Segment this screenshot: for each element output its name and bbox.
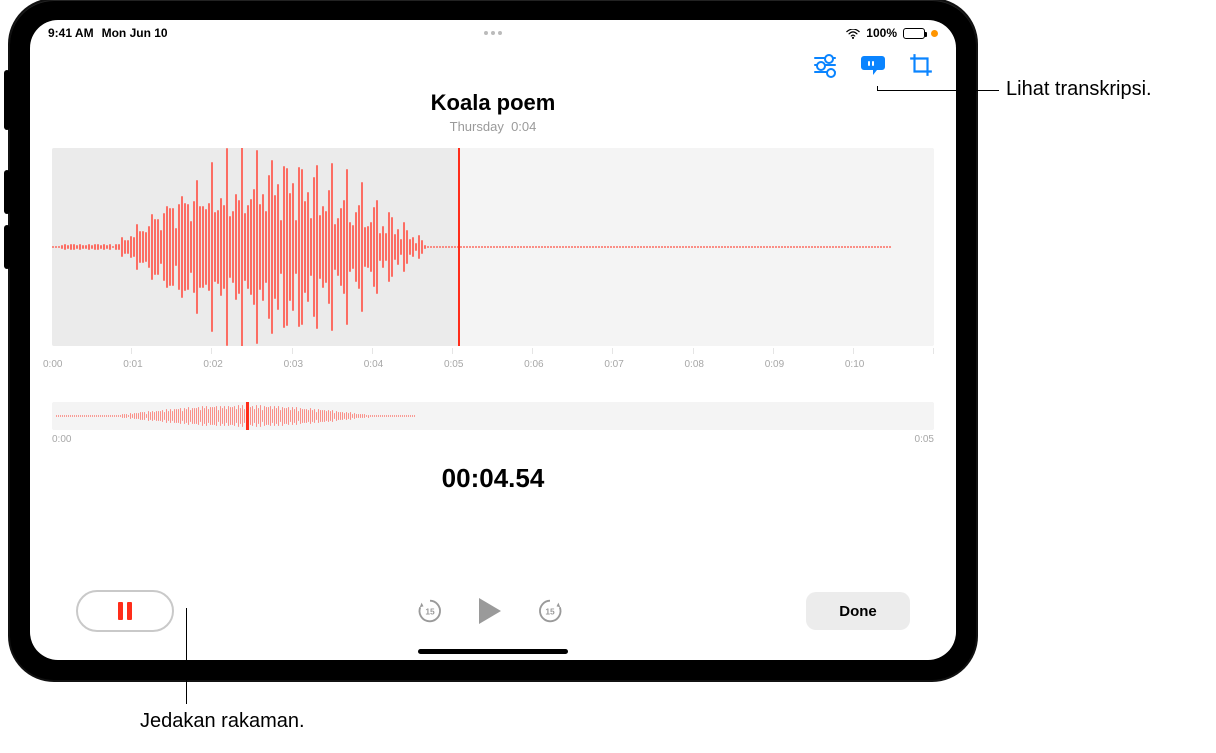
skip-forward-icon: 15 [536, 597, 564, 625]
overview-end: 0:05 [915, 434, 934, 445]
toolbar [812, 54, 934, 76]
recording-subtitle: Thursday 0:04 [30, 119, 956, 134]
skip-forward-15-button[interactable]: 15 [535, 596, 565, 626]
status-time: 9:41 AM [48, 26, 94, 40]
recording-title[interactable]: Koala poem [30, 90, 956, 116]
mini-waveform [56, 402, 934, 430]
callout-pause: Jedakan rakaman. [140, 710, 305, 733]
transcript-button[interactable] [860, 54, 886, 76]
overview-start: 0:00 [52, 434, 71, 445]
playback-settings-button[interactable] [812, 54, 838, 76]
pause-icon [127, 602, 132, 620]
overview-playhead[interactable] [246, 402, 249, 430]
power-button[interactable] [4, 70, 10, 130]
svg-text:15: 15 [425, 607, 435, 617]
callout-transcript: Lihat transkripsi. [1006, 78, 1152, 101]
waveform [52, 148, 934, 346]
elapsed-time: 00:04.54 [30, 463, 956, 494]
multitask-dots[interactable] [484, 31, 502, 35]
skip-back-15-button[interactable]: 15 [415, 596, 445, 626]
battery-percent: 100% [866, 26, 897, 40]
svg-text:15: 15 [545, 607, 555, 617]
pause-record-button[interactable] [76, 590, 174, 632]
overview-waveform[interactable]: 0:00 0:05 [52, 402, 934, 445]
status-bar: 9:41 AM Mon Jun 10 100% [30, 20, 956, 42]
sliders-icon [814, 57, 836, 73]
waveform-editor[interactable]: 0:000:010:020:030:040:050:060:070:080:09… [52, 148, 934, 370]
callout-leader [186, 608, 187, 704]
home-indicator[interactable] [418, 649, 568, 654]
ipad-frame: 9:41 AM Mon Jun 10 100% [10, 0, 976, 680]
screen: 9:41 AM Mon Jun 10 100% [30, 20, 956, 660]
callout-leader [877, 90, 999, 91]
done-button[interactable]: Done [806, 592, 910, 630]
time-ruler: 0:000:010:020:030:040:050:060:070:080:09… [52, 348, 934, 376]
volume-up-button[interactable] [4, 170, 10, 214]
volume-down-button[interactable] [4, 225, 10, 269]
wifi-icon [846, 28, 860, 38]
trim-button[interactable] [908, 54, 934, 76]
pause-icon [118, 602, 123, 620]
callout-leader [877, 86, 878, 91]
skip-back-icon: 15 [416, 597, 444, 625]
status-date: Mon Jun 10 [102, 26, 168, 40]
transport-controls: 15 15 Done [30, 590, 956, 632]
mic-in-use-indicator [931, 30, 938, 37]
play-button[interactable] [479, 598, 501, 624]
battery-icon [903, 28, 925, 39]
playhead[interactable] [458, 148, 460, 346]
crop-icon [908, 52, 934, 78]
speech-bubble-icon [860, 54, 886, 76]
